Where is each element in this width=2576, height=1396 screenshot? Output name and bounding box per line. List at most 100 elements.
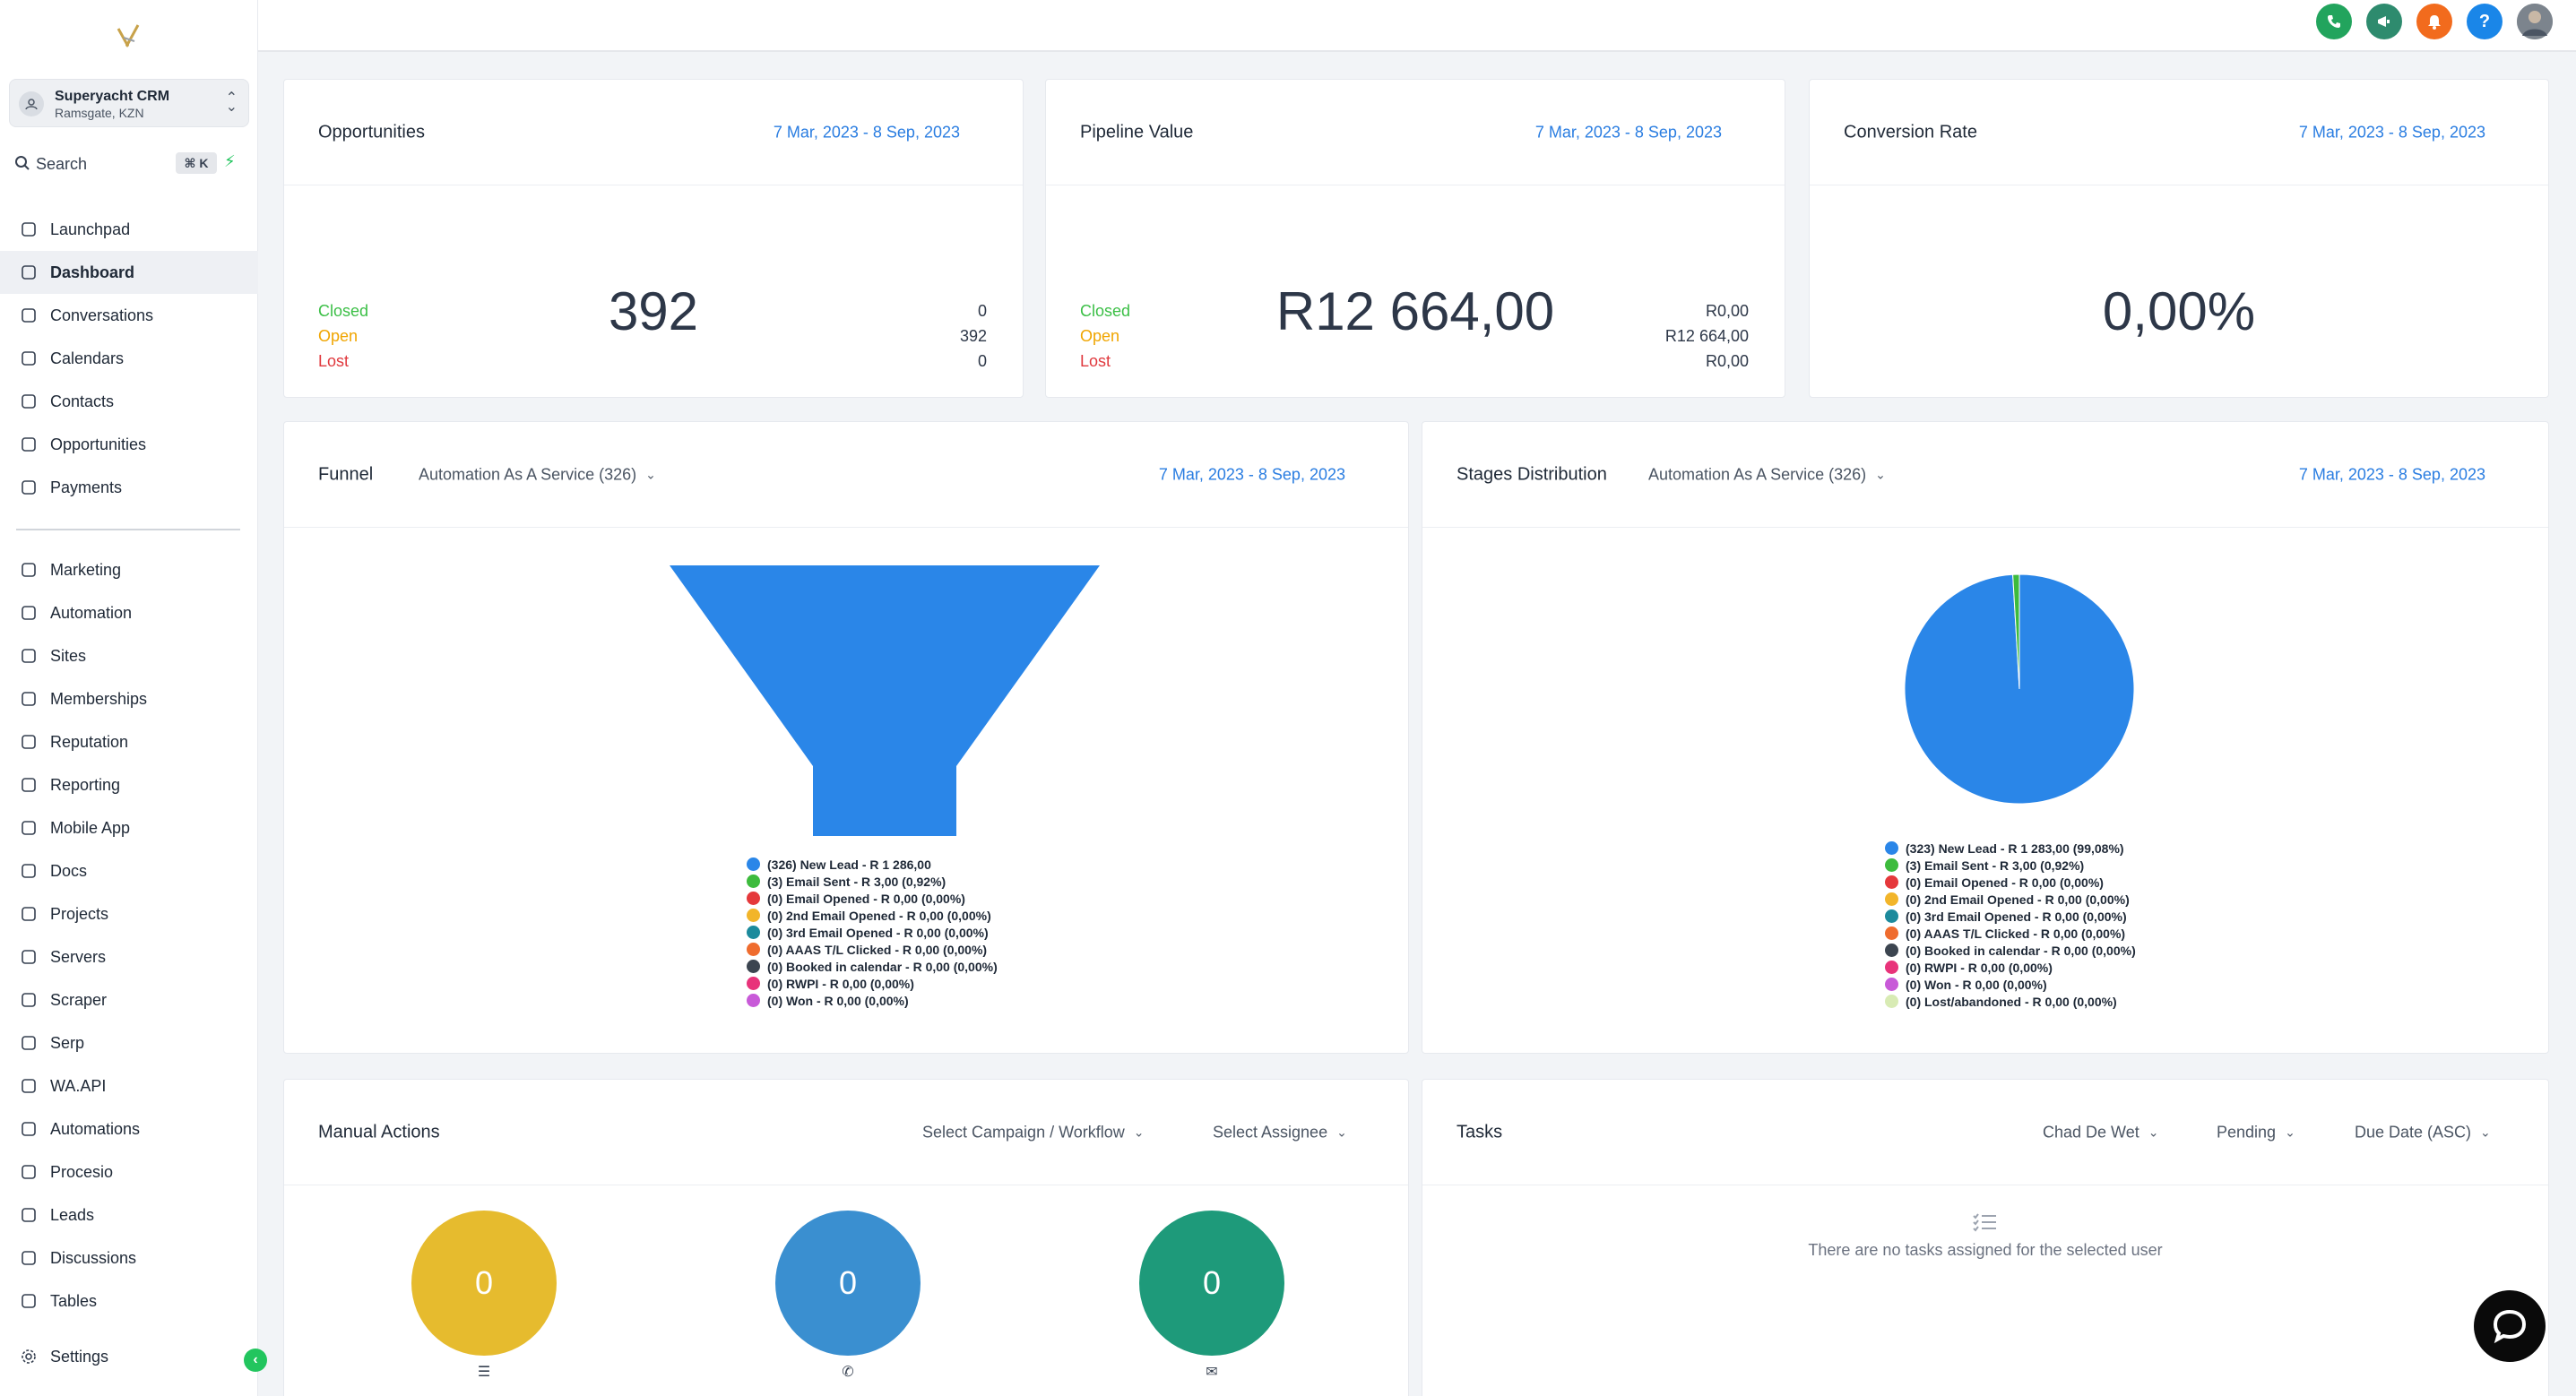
legend-item[interactable]: (0) Email Opened - R 0,00 (0,00%) (747, 890, 998, 907)
chat-widget-button[interactable] (2474, 1290, 2546, 1362)
chevron-updown-icon: ⌃ ⌄ (225, 90, 238, 115)
legend-item[interactable]: (0) Won - R 0,00 (0,00%) (747, 992, 998, 1009)
collapse-sidebar-button[interactable]: ‹ (244, 1349, 267, 1372)
walk-icon (18, 1204, 39, 1226)
help-button[interactable]: ? (2467, 4, 2503, 39)
sidebar-item-label: Scraper (50, 990, 108, 1009)
task-sort-select[interactable]: Due Date (ASC) ⌄ (2355, 1123, 2491, 1142)
sidebar-item-serp[interactable]: Serp (0, 1021, 258, 1064)
sidebar-item-conversations[interactable]: Conversations (0, 294, 258, 337)
sidebar-item-settings[interactable]: Settings (0, 1335, 258, 1378)
sidebar-item-memberships[interactable]: Memberships (0, 677, 258, 720)
date-range[interactable]: 7 Mar, 2023 - 8 Sep, 2023 (2299, 465, 2485, 484)
sidebar-item-dashboard[interactable]: Dashboard (0, 251, 258, 294)
legend-swatch (1885, 909, 1898, 923)
sidebar-item-payments[interactable]: Payments (0, 466, 258, 509)
sidebar-item-docs[interactable]: Docs (0, 849, 258, 892)
date-range[interactable]: 7 Mar, 2023 - 8 Sep, 2023 (1535, 123, 1722, 142)
stages-legend: (323) New Lead - R 1 283,00 (99,08%) (3) … (1885, 840, 2136, 1010)
send-icon (18, 559, 39, 581)
total-pending-circle[interactable]: 0 (411, 1211, 557, 1356)
list-icon (18, 903, 39, 925)
user-avatar[interactable] (2517, 4, 2553, 39)
nav-primary: Launchpad Dashboard Conversations Calendars… (0, 208, 258, 509)
sidebar-item-automation[interactable]: Automation (0, 591, 258, 634)
sidebar-item-wa-api[interactable]: WA.API (0, 1064, 258, 1107)
date-range[interactable]: 7 Mar, 2023 - 8 Sep, 2023 (1159, 465, 1345, 484)
legend-item[interactable]: (323) New Lead - R 1 283,00 (99,08%) (1885, 840, 2136, 857)
assignee-select[interactable]: Select Assignee ⌄ (1213, 1123, 1347, 1142)
sidebar-item-tables[interactable]: Tables (0, 1280, 258, 1323)
quick-action-icon[interactable]: ⚡ (224, 152, 236, 171)
account-location: Ramsgate, KZN (55, 106, 144, 120)
sidebar-item-opportunities[interactable]: Opportunities (0, 423, 258, 466)
legend-item[interactable]: (326) New Lead - R 1 286,00 (747, 856, 998, 873)
stat-label: Closed (1080, 302, 1131, 320)
pipeline-select-value: Automation As A Service (326) (419, 465, 637, 483)
date-range[interactable]: 7 Mar, 2023 - 8 Sep, 2023 (774, 123, 960, 142)
phone-call-button[interactable] (2316, 4, 2352, 39)
sms-actions-circle[interactable]: 0 (1139, 1211, 1284, 1356)
legend-item[interactable]: (0) Lost/abandoned - R 0,00 (0,00%) (1885, 993, 2136, 1010)
sidebar-item-reporting[interactable]: Reporting (0, 763, 258, 806)
sidebar-item-discussions[interactable]: Discussions (0, 1237, 258, 1280)
task-status-select[interactable]: Pending ⌄ (2217, 1123, 2295, 1142)
legend-item[interactable]: (3) Email Sent - R 3,00 (0,92%) (747, 873, 998, 890)
sidebar-item-reputation[interactable]: Reputation (0, 720, 258, 763)
stat-value: R0,00 (1705, 352, 1749, 370)
pipeline-select[interactable]: Automation As A Service (326) ⌄ (1648, 465, 1886, 484)
brand-logo[interactable] (111, 18, 147, 54)
sidebar-item-calendars[interactable]: Calendars (0, 337, 258, 380)
chevron-down-icon: ⌄ (1875, 467, 1886, 481)
sidebar-item-automations[interactable]: Automations (0, 1107, 258, 1150)
legend-label: (0) 2nd Email Opened - R 0,00 (0,00%) (767, 908, 991, 923)
legend-swatch (1885, 892, 1898, 906)
legend-item[interactable]: (0) RWPI - R 0,00 (0,00%) (1885, 959, 2136, 976)
sidebar-item-contacts[interactable]: Contacts (0, 380, 258, 423)
sidebar-item-label: Launchpad (50, 220, 131, 238)
legend-item[interactable]: (0) AAAS T/L Clicked - R 0,00 (0,00%) (1885, 925, 2136, 942)
campaign-workflow-select[interactable]: Select Campaign / Workflow ⌄ (922, 1123, 1145, 1142)
stat-label: Lost (318, 352, 350, 370)
stat-value: 0 (977, 352, 987, 370)
legend-item[interactable]: (0) 3rd Email Opened - R 0,00 (0,00%) (747, 924, 998, 941)
top-bar: ? (258, 0, 2576, 52)
account-switcher[interactable]: Superyacht CRM Ramsgate, KZN ⌃ ⌄ (9, 79, 249, 127)
sidebar-item-launchpad[interactable]: Launchpad (0, 208, 258, 251)
megaphone-button[interactable] (2366, 4, 2402, 39)
date-range[interactable]: 7 Mar, 2023 - 8 Sep, 2023 (2299, 123, 2485, 142)
sidebar-search[interactable]: Search ⌘ K ⚡ (9, 149, 249, 177)
server-icon (18, 946, 39, 968)
sidebar-item-servers[interactable]: Servers (0, 935, 258, 978)
automation-icon (18, 602, 39, 624)
legend-item[interactable]: (0) Booked in calendar - R 0,00 (0,00%) (1885, 942, 2136, 959)
legend-item[interactable]: (0) 2nd Email Opened - R 0,00 (0,00%) (1885, 891, 2136, 908)
sidebar-item-marketing[interactable]: Marketing (0, 548, 258, 591)
stat-label: Open (318, 327, 359, 345)
sidebar-item-sites[interactable]: Sites (0, 634, 258, 677)
pipeline-select[interactable]: Automation As A Service (326) ⌄ (419, 465, 656, 484)
legend-item[interactable]: (0) Email Opened - R 0,00 (0,00%) (1885, 874, 2136, 891)
legend-item[interactable]: (0) RWPI - R 0,00 (0,00%) (747, 975, 998, 992)
notifications-button[interactable] (2416, 4, 2452, 39)
stat-value: 392 (959, 327, 987, 345)
legend-item[interactable]: (0) Won - R 0,00 (0,00%) (1885, 976, 2136, 993)
legend-item[interactable]: (0) 3rd Email Opened - R 0,00 (0,00%) (1885, 908, 2136, 925)
legend-swatch (1885, 978, 1898, 991)
sidebar-item-scraper[interactable]: Scraper (0, 978, 258, 1021)
stat-label: Open (1080, 327, 1120, 345)
legend-item[interactable]: (3) Email Sent - R 3,00 (0,92%) (1885, 857, 2136, 874)
legend-item[interactable]: (0) 2nd Email Opened - R 0,00 (0,00%) (747, 907, 998, 924)
sidebar-item-projects[interactable]: Projects (0, 892, 258, 935)
task-user-select[interactable]: Chad De Wet ⌄ (2043, 1123, 2158, 1142)
card-header: Opportunities 7 Mar, 2023 - 8 Sep, 2023 (284, 80, 1023, 185)
card-header: Stages Distribution Automation As A Serv… (1422, 422, 2548, 528)
sidebar-item-label: Settings (50, 1347, 109, 1366)
sidebar-item-leads[interactable]: Leads (0, 1193, 258, 1237)
sidebar-item-mobile-app[interactable]: Mobile App (0, 806, 258, 849)
legend-item[interactable]: (0) Booked in calendar - R 0,00 (0,00%) (747, 958, 998, 975)
phone-actions-circle[interactable]: 0 (775, 1211, 921, 1356)
funnel-segment-new-lead[interactable] (670, 565, 1100, 836)
legend-item[interactable]: (0) AAAS T/L Clicked - R 0,00 (0,00%) (747, 941, 998, 958)
sidebar-item-procesio[interactable]: Procesio (0, 1150, 258, 1193)
